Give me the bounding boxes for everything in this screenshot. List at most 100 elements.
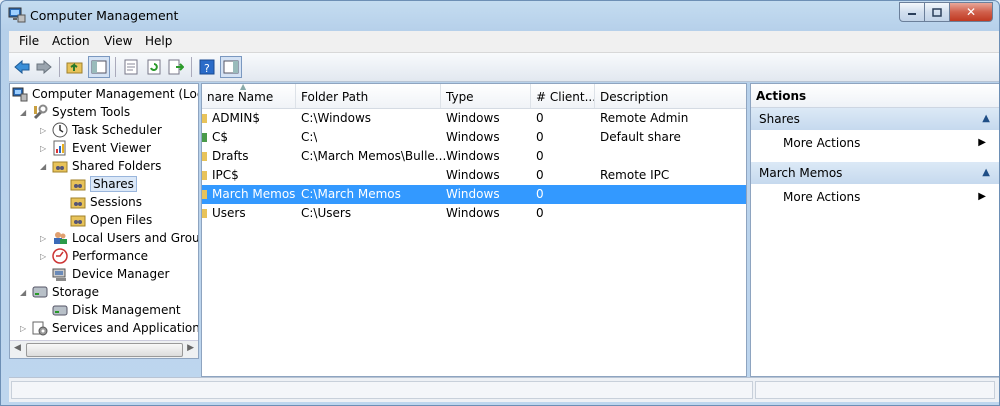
refresh-button[interactable] — [144, 57, 164, 77]
cell-clients: 0 — [536, 206, 544, 220]
cell-folder-path: C:\March Memos — [301, 187, 401, 201]
cell-clients: 0 — [536, 111, 544, 125]
export-list-button[interactable] — [166, 57, 186, 77]
actions-section-march-memos[interactable]: March Memos ▲ — [751, 162, 999, 184]
services-icon — [32, 321, 48, 336]
tree-item-disk-management[interactable]: Disk Management — [52, 301, 181, 319]
table-row[interactable]: IPC$ Windows 0 Remote IPC — [202, 166, 746, 185]
computer-management-window: Computer Management ✕ File Action View H… — [0, 0, 1000, 406]
actions-section-shares[interactable]: Shares ▲ — [751, 108, 999, 130]
scroll-right-icon[interactable]: ▶ — [187, 343, 194, 353]
table-row[interactable]: ADMIN$ C:\Windows Windows 0 Remote Admin — [202, 109, 746, 128]
tree-item-shares[interactable]: Shares — [70, 175, 137, 193]
device-manager-icon — [52, 268, 66, 281]
forward-button[interactable] — [34, 57, 54, 77]
submenu-arrow-icon: ▶ — [978, 137, 986, 148]
column-header-type[interactable]: Type — [441, 84, 531, 108]
more-actions-shares[interactable]: More Actions — [783, 136, 860, 150]
menu-file[interactable]: File — [19, 34, 39, 48]
cell-clients: 0 — [536, 149, 544, 163]
folder-icon — [202, 168, 208, 185]
event-viewer-icon — [53, 140, 66, 156]
tree-item-device-manager[interactable]: Device Manager — [52, 265, 169, 283]
sort-ascending-icon: ▲ — [240, 83, 247, 91]
expand-arrow-icon[interactable]: ▷ — [20, 324, 26, 333]
collapse-section-icon[interactable]: ▲ — [982, 108, 990, 130]
help-button[interactable]: ? — [197, 57, 217, 77]
collapse-arrow-icon[interactable]: ◢ — [20, 288, 26, 297]
computer-management-icon — [12, 87, 28, 102]
cell-share-name: Drafts — [212, 149, 249, 163]
collapse-arrow-icon[interactable]: ◢ — [20, 108, 26, 117]
expand-arrow-icon[interactable]: ▷ — [40, 252, 46, 261]
table-row[interactable]: March Memos C:\March Memos Windows 0 — [202, 185, 746, 204]
more-actions-march-memos[interactable]: More Actions — [783, 190, 860, 204]
column-header-share-name[interactable]: nare Name — [202, 84, 296, 108]
tree-label: System Tools — [52, 105, 131, 119]
expand-arrow-icon[interactable]: ▷ — [40, 144, 46, 153]
shares-list-pane: nare Name ▲ Folder Path Type # Client...… — [201, 83, 747, 377]
close-button[interactable]: ✕ — [950, 2, 993, 22]
tree-item-services-and-applications[interactable]: Services and Applications — [32, 319, 198, 337]
tree-item-computer-management[interactable]: Computer Management (Local — [12, 85, 198, 103]
collapse-arrow-icon[interactable]: ◢ — [40, 162, 46, 171]
column-label: Type — [446, 90, 474, 104]
tree-horizontal-scrollbar[interactable]: ◀ ▶ — [10, 340, 198, 358]
minimize-button[interactable] — [899, 2, 925, 22]
actions-pane: Actions Shares ▲ More Actions ▶ March Me… — [750, 83, 999, 377]
table-row[interactable]: Users C:\Users Windows 0 — [202, 204, 746, 223]
show-hide-console-tree-button[interactable] — [88, 56, 110, 78]
column-header-description[interactable]: Description — [595, 84, 746, 108]
menu-view[interactable]: View — [104, 34, 132, 48]
tree-item-shared-folders[interactable]: Shared Folders — [52, 157, 161, 175]
scroll-thumb[interactable] — [26, 343, 183, 357]
tree-item-system-tools[interactable]: System Tools — [32, 103, 130, 121]
column-label: Folder Path — [301, 90, 369, 104]
table-row[interactable]: C$ C:\ Windows 0 Default share — [202, 128, 746, 147]
window-title: Computer Management — [30, 8, 179, 23]
cell-type: Windows — [446, 149, 500, 163]
menu-help[interactable]: Help — [145, 34, 172, 48]
column-label: # Client... — [536, 90, 595, 104]
shared-folder-icon — [70, 197, 86, 209]
table-row[interactable]: Drafts C:\March Memos\Bulle... Windows 0 — [202, 147, 746, 166]
tree-label: Local Users and Groups — [72, 231, 199, 245]
cell-share-name: IPC$ — [212, 168, 239, 182]
title-bar[interactable]: Computer Management ✕ — [1, 1, 999, 31]
column-label: Description — [600, 90, 669, 104]
maximize-button[interactable] — [925, 2, 950, 22]
show-hide-action-pane-icon — [223, 60, 239, 74]
tree-item-storage[interactable]: Storage — [32, 283, 99, 301]
tree-item-open-files[interactable]: Open Files — [70, 211, 152, 229]
export-list-icon — [168, 59, 184, 75]
performance-icon — [52, 248, 68, 264]
tree-label: Task Scheduler — [72, 123, 162, 137]
tree-item-local-users-and-groups[interactable]: Local Users and Groups — [52, 229, 199, 247]
up-one-level-button[interactable] — [65, 57, 85, 77]
back-button[interactable] — [12, 57, 32, 77]
tree-item-performance[interactable]: Performance — [52, 247, 148, 265]
expand-arrow-icon[interactable]: ▷ — [40, 234, 46, 243]
tree-label: Device Manager — [72, 267, 170, 281]
menu-action[interactable]: Action — [52, 34, 90, 48]
maximize-icon — [932, 7, 942, 17]
tree-item-sessions[interactable]: Sessions — [70, 193, 142, 211]
tree-item-task-scheduler[interactable]: Task Scheduler — [52, 121, 162, 139]
collapse-section-icon[interactable]: ▲ — [982, 162, 990, 184]
storage-icon — [32, 286, 48, 298]
tree-label: Storage — [52, 285, 99, 299]
cell-description: Remote IPC — [600, 168, 670, 182]
column-header-clients[interactable]: # Client... — [531, 84, 595, 108]
list-header: nare Name ▲ Folder Path Type # Client...… — [202, 84, 746, 109]
column-header-folder-path[interactable]: Folder Path — [296, 84, 441, 108]
cell-type: Windows — [446, 187, 500, 201]
expand-arrow-icon[interactable]: ▷ — [40, 126, 46, 135]
properties-button[interactable] — [121, 57, 141, 77]
cell-share-name: C$ — [212, 130, 229, 144]
tree-label: Event Viewer — [72, 141, 151, 155]
show-hide-action-pane-button[interactable] — [220, 56, 242, 78]
column-label: nare Name — [207, 90, 274, 104]
cell-folder-path: C:\March Memos\Bulle... — [301, 149, 447, 163]
scroll-left-icon[interactable]: ◀ — [14, 343, 21, 353]
tree-item-event-viewer[interactable]: Event Viewer — [52, 139, 151, 157]
